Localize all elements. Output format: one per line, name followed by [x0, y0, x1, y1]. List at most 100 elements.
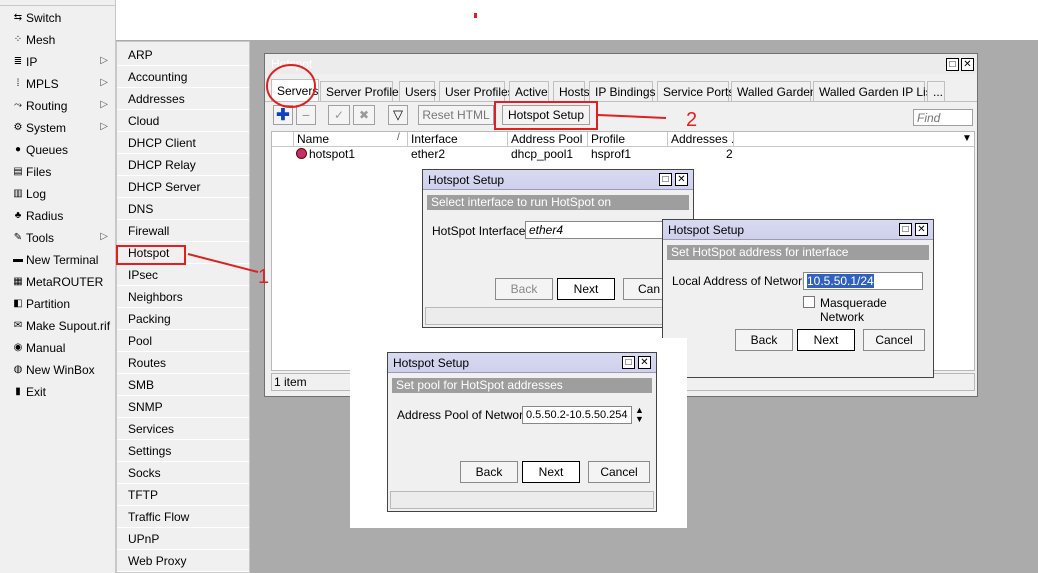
submenu-item-routes[interactable]: Routes — [117, 352, 249, 374]
item-count: 1 item — [274, 375, 307, 389]
main-menu-item-switch[interactable]: ⇆ Switch — [0, 7, 116, 29]
main-menu-item-mesh[interactable]: ⁘ Mesh — [0, 29, 116, 51]
submenu-item-packing[interactable]: Packing — [117, 308, 249, 330]
submenu-item-neighbors[interactable]: Neighbors — [117, 286, 249, 308]
submenu-item-services[interactable]: Services — [117, 418, 249, 440]
next-button[interactable]: Next — [797, 329, 855, 351]
step2-label: 2 — [686, 109, 698, 131]
submenu-item-traffic-flow[interactable]: Traffic Flow — [117, 506, 249, 528]
column-name[interactable]: Name — [294, 132, 408, 146]
submenu-item-socks[interactable]: Socks — [117, 462, 249, 484]
main-menu-item-files[interactable]: ▤ Files — [0, 161, 116, 183]
main-menu-item-partition[interactable]: ◧ Partition — [0, 293, 116, 315]
maximize-icon[interactable]: □ — [946, 58, 959, 71]
main-menu-item-log[interactable]: ▥ Log — [0, 183, 116, 205]
main-menu-item-routing[interactable]: ⤳ Routing ▷ — [0, 95, 116, 117]
main-menu-item-exit[interactable]: ▮ Exit — [0, 381, 116, 403]
main-menu-item-tools[interactable]: ✎ Tools ▷ — [0, 227, 116, 249]
column-address-pool[interactable]: Address Pool — [508, 132, 588, 146]
tab-walled-garden-ip-list[interactable]: Walled Garden IP List — [813, 81, 935, 101]
cancel-button[interactable]: Cancel — [863, 329, 925, 351]
cell-address-pool: dhcp_pool1 — [511, 147, 574, 161]
metarouter-icon: ▦ — [13, 276, 23, 287]
tab-ip-bindings[interactable]: IP Bindings — [589, 81, 656, 101]
submenu-item-cloud[interactable]: Cloud — [117, 110, 249, 132]
next-button[interactable]: Next — [557, 278, 615, 300]
submenu-item-dns[interactable]: DNS — [117, 198, 249, 220]
dialog-title: Hotspot Setup — [393, 355, 470, 370]
tab-active[interactable]: Active — [509, 81, 549, 101]
spinner-icon[interactable]: ▲ ▼ — [635, 406, 644, 424]
submenu-item-upnp[interactable]: UPnP — [117, 528, 249, 550]
submenu-item-firewall[interactable]: Firewall — [117, 220, 249, 242]
submenu-item-web-proxy[interactable]: Web Proxy — [117, 550, 249, 572]
tab-users[interactable]: Users — [399, 81, 436, 101]
partition-icon: ◧ — [13, 298, 23, 309]
tab-walled-garden[interactable]: Walled Garden — [731, 81, 817, 101]
table-row[interactable]: hotspot1 ether2 dhcp_pool1 hsprof1 2 — [272, 147, 974, 161]
tab-service-ports[interactable]: Service Ports — [657, 81, 734, 101]
submenu-item-addresses[interactable]: Addresses — [117, 88, 249, 110]
next-button[interactable]: Next — [522, 461, 580, 483]
maximize-icon[interactable]: □ — [659, 173, 672, 186]
submenu-item-arp[interactable]: ARP — [117, 44, 249, 66]
find-input[interactable] — [913, 109, 973, 126]
tab-server-profiles[interactable]: Server Profiles — [320, 81, 405, 101]
dialog-titlebar[interactable]: Hotspot Setup □ ✕ — [423, 170, 693, 190]
main-menu-item-metarouter[interactable]: ▦ MetaROUTER — [0, 271, 116, 293]
column-profile[interactable]: Profile — [588, 132, 668, 146]
main-menu-label: Exit — [26, 385, 47, 399]
main-menu-item-radius[interactable]: ♣ Radius — [0, 205, 116, 227]
local-address-field[interactable]: 10.5.50.1/24 — [803, 272, 923, 290]
cancel-button[interactable]: Cancel — [588, 461, 650, 483]
submenu-item-accounting[interactable]: Accounting — [117, 66, 249, 88]
back-button[interactable]: Back — [460, 461, 518, 483]
column-addresses[interactable]: Addresses ... — [668, 132, 734, 146]
dialog-titlebar[interactable]: Hotspot Setup □ ✕ — [388, 353, 656, 373]
main-menu-item-mpls[interactable]: ⁞ MPLS ▷ — [0, 73, 116, 95]
tab-divider — [265, 101, 977, 102]
main-menu-item-manual[interactable]: ◉ Manual — [0, 337, 116, 359]
maximize-icon[interactable]: □ — [622, 356, 635, 369]
main-menu-item-queues[interactable]: ● Queues — [0, 139, 116, 161]
submenu-item-dhcp-relay[interactable]: DHCP Relay — [117, 154, 249, 176]
disable-button[interactable]: ✖ — [353, 105, 375, 125]
main-menu-item-new-winbox[interactable]: ◍ New WinBox — [0, 359, 116, 381]
tab-user-profiles[interactable]: User Profiles — [439, 81, 514, 101]
back-button[interactable]: Back — [495, 278, 553, 300]
main-menu-label: Radius — [26, 209, 64, 223]
address-pool-field[interactable]: 0.5.50.2-10.5.50.254 — [522, 406, 632, 424]
hotspot-window-titlebar[interactable]: Hotspot □ ✕ — [265, 54, 977, 74]
filter-button[interactable]: ▽ — [388, 105, 408, 125]
masquerade-checkbox[interactable] — [803, 296, 815, 308]
submenu-item-dhcp-server[interactable]: DHCP Server — [117, 176, 249, 198]
reset-html-button[interactable]: Reset HTML — [418, 105, 494, 125]
submenu-item-settings[interactable]: Settings — [117, 440, 249, 462]
back-button[interactable]: Back — [735, 329, 793, 351]
tab-more[interactable]: ... — [927, 81, 945, 101]
main-menu-label: Queues — [26, 143, 69, 157]
submenu-item-smb[interactable]: SMB — [117, 374, 249, 396]
main-menu-item-system[interactable]: ⚙ System ▷ — [0, 117, 116, 139]
submenu-item-dhcp-client[interactable]: DHCP Client — [117, 132, 249, 154]
enable-button[interactable]: ✓ — [328, 105, 350, 125]
sort-indicator-icon: / — [397, 132, 400, 143]
maximize-icon[interactable]: □ — [899, 223, 912, 236]
close-icon[interactable]: ✕ — [915, 223, 928, 236]
close-icon[interactable]: ✕ — [675, 173, 688, 186]
main-menu-label: Log — [26, 187, 47, 201]
main-menu-item-ip[interactable]: ≣ IP ▷ — [0, 51, 116, 73]
tab-hosts[interactable]: Hosts — [553, 81, 590, 101]
main-menu-item-new-terminal[interactable]: ▬ New Terminal — [0, 249, 116, 271]
close-icon[interactable]: ✕ — [961, 58, 974, 71]
main-menu-label: Mesh — [26, 33, 56, 47]
submenu-item-snmp[interactable]: SNMP — [117, 396, 249, 418]
column-interface[interactable]: Interface — [408, 132, 508, 146]
submenu-item-pool[interactable]: Pool — [117, 330, 249, 352]
dialog-status-bar — [390, 491, 654, 509]
main-menu-item-make-supout-rif[interactable]: ✉ Make Supout.rif — [0, 315, 116, 337]
dialog-titlebar[interactable]: Hotspot Setup □ ✕ — [663, 220, 933, 240]
submenu-item-tftp[interactable]: TFTP — [117, 484, 249, 506]
close-icon[interactable]: ✕ — [638, 356, 651, 369]
column-menu-arrow-icon[interactable]: ▼ — [962, 133, 972, 144]
